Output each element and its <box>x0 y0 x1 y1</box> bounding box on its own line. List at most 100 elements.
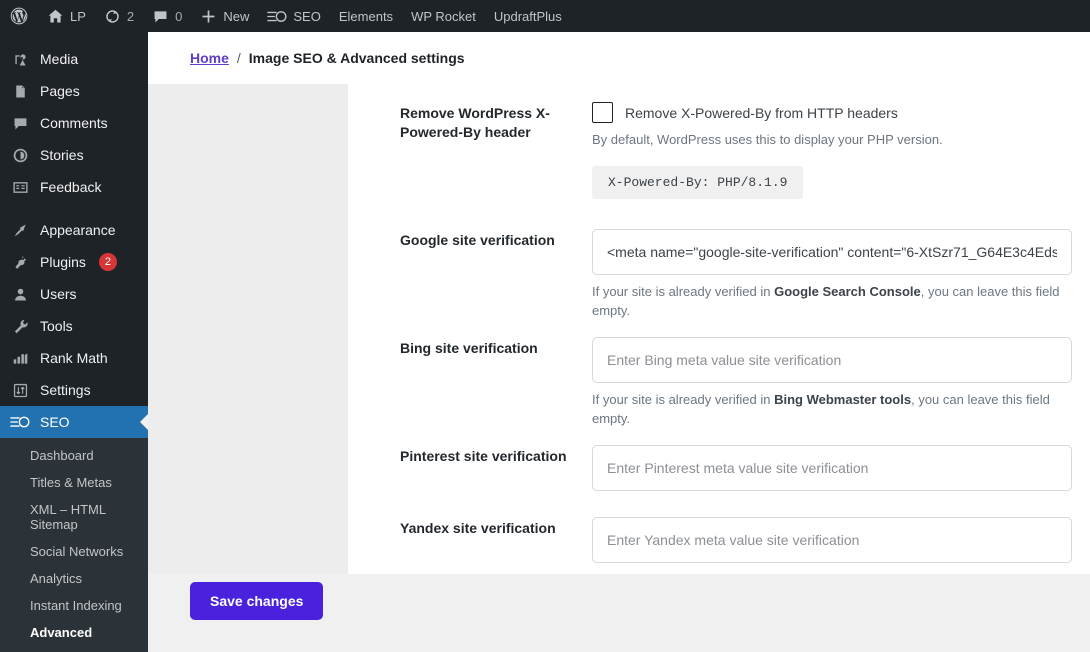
settings-panel: Remove WordPress X-Powered-By header Rem… <box>148 84 1090 574</box>
feedback-icon <box>10 177 30 197</box>
sidebar-item-plugins[interactable]: Plugins 2 <box>0 246 148 278</box>
xpoweredby-checkbox-label: Remove X-Powered-By from HTTP headers <box>625 104 898 121</box>
breadcrumb: Home / Image SEO & Advanced settings <box>148 32 1090 84</box>
users-icon <box>10 284 30 304</box>
submenu-item-analytics[interactable]: Analytics <box>0 565 148 592</box>
sidebar-item-label: SEO <box>40 414 70 430</box>
sidebar-item-label: Pages <box>40 83 80 99</box>
updraftplus-menu-button[interactable]: UpdraftPlus <box>485 0 571 32</box>
plus-icon <box>200 8 217 25</box>
submenu-item-titles-metas[interactable]: Titles & Metas <box>0 469 148 496</box>
page-title: Image SEO & Advanced settings <box>248 50 465 66</box>
pinterest-label: Pinterest site verification <box>400 447 567 464</box>
submenu-item-dashboard[interactable]: Dashboard <box>0 442 148 469</box>
sidebar-item-label: Settings <box>40 382 91 398</box>
seo-submenu: Dashboard Titles & Metas XML – HTML Site… <box>0 438 148 652</box>
admin-sidebar-menu: Media Pages Comments Stories Feedback Ap… <box>0 32 148 652</box>
sidebar-item-comments[interactable]: Comments <box>0 107 148 139</box>
sidebar-item-seo[interactable]: SEO <box>0 406 148 438</box>
breadcrumb-separator: / <box>236 50 241 66</box>
google-desc-prefix: If your site is already verified in <box>592 283 775 299</box>
sidebar-item-label: Stories <box>40 147 84 163</box>
settings-icon <box>10 380 30 400</box>
sidebar-item-label: Appearance <box>40 222 116 238</box>
media-icon <box>10 49 30 69</box>
new-content-button[interactable]: New <box>191 0 258 32</box>
google-verification-input[interactable] <box>592 228 1072 275</box>
rankmath-seo-icon <box>267 9 287 24</box>
yandex-label: Yandex site verification <box>400 519 556 536</box>
submenu-item-social-networks[interactable]: Social Networks <box>0 538 148 565</box>
comments-count: 0 <box>175 8 183 24</box>
seo-menu-button[interactable]: SEO <box>258 0 329 32</box>
bing-desc-strong: Bing Webmaster tools <box>774 391 912 407</box>
plugins-update-badge: 2 <box>98 253 117 271</box>
sidebar-item-pages[interactable]: Pages <box>0 75 148 107</box>
sidebar-item-label: Tools <box>40 318 73 334</box>
menu-separator-1 <box>0 203 148 214</box>
stories-icon <box>10 145 30 165</box>
xpoweredby-checkbox[interactable] <box>592 102 613 123</box>
appearance-icon <box>10 220 30 240</box>
sidebar-item-rank-math[interactable]: Rank Math <box>0 342 148 374</box>
new-content-label: New <box>223 8 250 24</box>
site-name-button[interactable]: LP <box>38 0 95 32</box>
pages-icon <box>10 81 30 101</box>
menu-top-spacer <box>0 32 148 43</box>
sidebar-item-media[interactable]: Media <box>0 43 148 75</box>
field-row-pinterest: Pinterest site verification <box>348 444 1090 491</box>
pinterest-verification-input[interactable] <box>592 444 1072 491</box>
elements-label: Elements <box>338 8 394 24</box>
sidebar-item-appearance[interactable]: Appearance <box>0 214 148 246</box>
google-desc-strong: Google Search Console <box>774 283 921 299</box>
updates-icon <box>104 8 121 25</box>
sidebar-item-label: Users <box>40 286 77 302</box>
elements-menu-button[interactable]: Elements <box>330 0 402 32</box>
updates-button[interactable]: 2 <box>95 0 143 32</box>
save-changes-button[interactable]: Save changes <box>190 582 324 620</box>
updraftplus-label: UpdraftPlus <box>493 8 562 24</box>
plugins-icon <box>10 252 30 272</box>
form-footer: Save changes <box>148 574 1090 628</box>
seo-menu-label: SEO <box>293 8 321 24</box>
rank-math-icon <box>10 348 30 368</box>
admin-bar: LP 2 0 New SEO Elements WP Rocket Updraf… <box>0 0 1090 32</box>
sidebar-item-settings[interactable]: Settings <box>0 374 148 406</box>
submenu-item-instant-indexing[interactable]: Instant Indexing <box>0 592 148 619</box>
tools-icon <box>10 316 30 336</box>
sidebar-item-stories[interactable]: Stories <box>0 139 148 171</box>
sidebar-item-label: Feedback <box>40 179 102 195</box>
page-content: Home / Image SEO & Advanced settings Rem… <box>148 32 1090 628</box>
settings-form: Remove WordPress X-Powered-By header Rem… <box>348 84 1090 574</box>
sidebar-item-label: Rank Math <box>40 350 108 366</box>
sidebar-item-feedback[interactable]: Feedback <box>0 171 148 203</box>
xpoweredby-checkbox-row[interactable]: Remove X-Powered-By from HTTP headers <box>592 102 1072 123</box>
sidebar-item-label: Comments <box>40 115 108 131</box>
wordpress-logo-icon <box>9 6 29 26</box>
seo-icon <box>10 412 30 432</box>
google-description: If your site is already verified in Goog… <box>592 282 1072 321</box>
sidebar-item-users[interactable]: Users <box>0 278 148 310</box>
submenu-item-sitemap[interactable]: XML – HTML Sitemap <box>0 496 148 538</box>
sidebar-item-tools[interactable]: Tools <box>0 310 148 342</box>
yandex-verification-input[interactable] <box>592 516 1072 563</box>
wordpress-logo-button[interactable] <box>0 0 38 32</box>
site-name-label: LP <box>70 8 86 24</box>
comment-bubble-icon <box>152 8 169 25</box>
wp-rocket-menu-button[interactable]: WP Rocket <box>402 0 485 32</box>
bing-verification-input[interactable] <box>592 336 1072 383</box>
comments-icon <box>10 113 30 133</box>
xpoweredby-code-sample: X-Powered-By: PHP/8.1.9 <box>592 165 804 199</box>
breadcrumb-home-link[interactable]: Home <box>190 50 229 66</box>
field-row-yandex: Yandex site verification <box>348 516 1090 563</box>
sidebar-item-label: Plugins <box>40 254 86 270</box>
settings-side-column <box>148 84 348 574</box>
xpoweredby-label: Remove WordPress X-Powered-By header <box>400 105 550 140</box>
bing-label: Bing site verification <box>400 339 538 356</box>
updates-count: 2 <box>126 8 135 24</box>
bing-desc-prefix: If your site is already verified in <box>592 391 775 407</box>
field-row-bing: Bing site verification If your site is a… <box>348 336 1090 429</box>
comments-button[interactable]: 0 <box>143 0 191 32</box>
sidebar-item-label: Media <box>40 51 79 67</box>
submenu-item-advanced[interactable]: Advanced <box>0 619 148 646</box>
